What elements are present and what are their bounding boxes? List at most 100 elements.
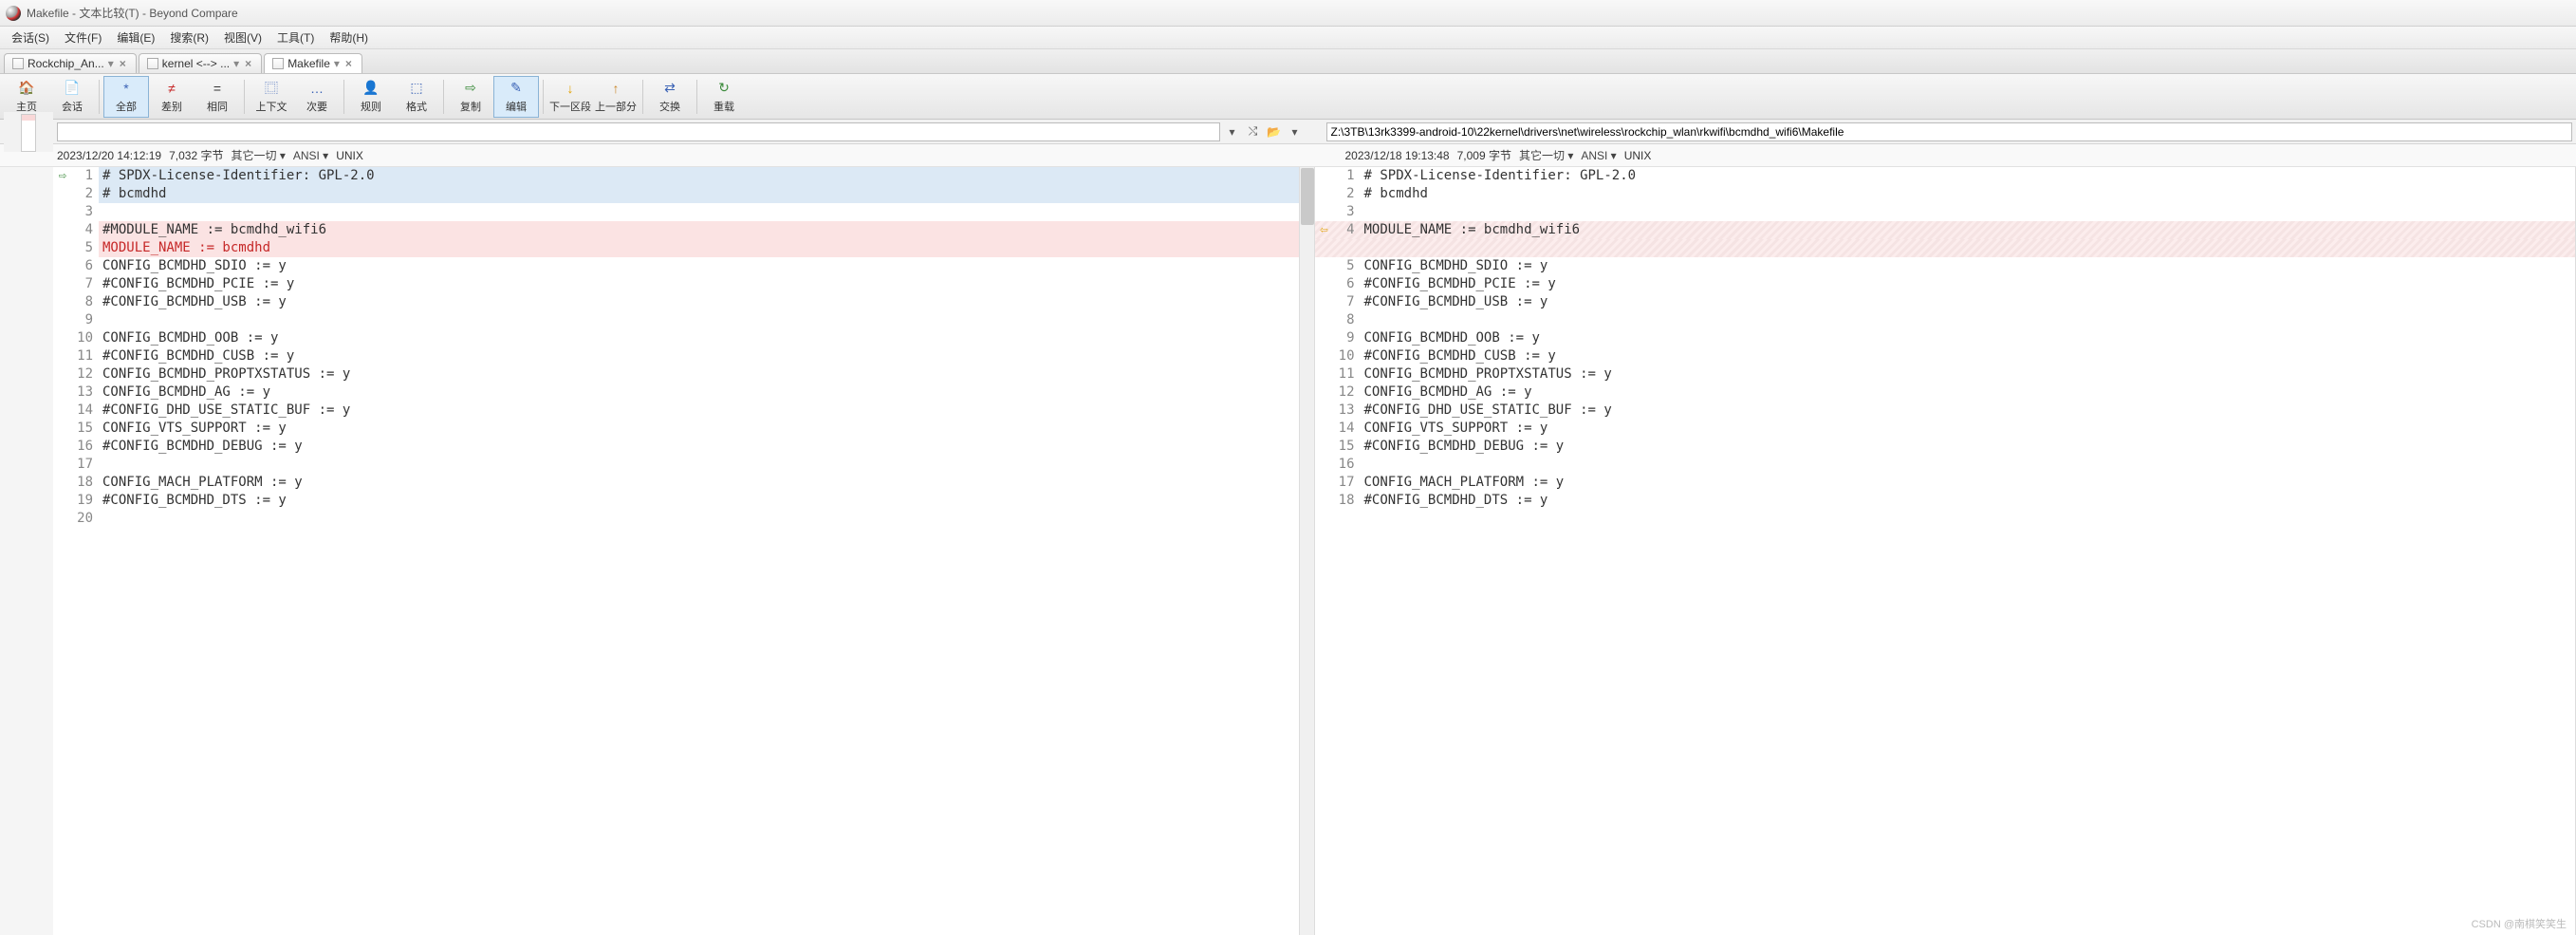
code-line[interactable] — [1315, 239, 2576, 257]
toolbar-相同-button[interactable]: =相同 — [195, 76, 240, 118]
toolbar-separator — [99, 80, 100, 114]
left-path-dropdown-icon[interactable]: ▾ — [1224, 123, 1241, 140]
code-line[interactable]: 9 — [53, 311, 1314, 329]
code-line[interactable]: 17CONFIG_MACH_PLATFORM := y — [1315, 474, 2576, 492]
code-line[interactable]: 13#CONFIG_DHD_USE_STATIC_BUF := y — [1315, 402, 2576, 420]
diff-thumbnail[interactable] — [21, 114, 36, 152]
code-line[interactable]: 2# bcmdhd — [53, 185, 1314, 203]
code-line[interactable]: 18CONFIG_MACH_PLATFORM := y — [53, 474, 1314, 492]
code-line[interactable]: 11#CONFIG_BCMDHD_CUSB := y — [53, 347, 1314, 365]
toolbar-规则-button[interactable]: 👤规则 — [348, 76, 394, 118]
tab-dropdown-icon[interactable]: ▾ — [233, 57, 239, 70]
left-open-folder-icon[interactable]: 📂 — [1266, 123, 1283, 140]
code-line[interactable]: 7#CONFIG_BCMDHD_USB := y — [1315, 293, 2576, 311]
code-text: CONFIG_VTS_SUPPORT := y — [99, 420, 1314, 438]
code-line[interactable]: 3 — [1315, 203, 2576, 221]
swap-paths-icon[interactable]: ⤭ — [1245, 123, 1262, 140]
toolbar-复制-button[interactable]: ⇨复制 — [448, 76, 493, 118]
code-line[interactable]: 13CONFIG_BCMDHD_AG := y — [53, 383, 1314, 402]
toolbar-上一部分-button[interactable]: ↑上一部分 — [593, 76, 639, 118]
code-line[interactable]: 8 — [1315, 311, 2576, 329]
tab-dropdown-icon[interactable]: ▾ — [334, 57, 340, 70]
close-icon[interactable]: × — [343, 57, 354, 70]
menu-item[interactable]: 视图(V) — [216, 28, 269, 47]
close-icon[interactable]: × — [118, 57, 128, 70]
code-line[interactable]: 14#CONFIG_DHD_USE_STATIC_BUF := y — [53, 402, 1314, 420]
session-tab[interactable]: Makefile▾× — [264, 53, 362, 73]
line-number: 3 — [1334, 203, 1361, 221]
code-line[interactable]: 19#CONFIG_BCMDHD_DTS := y — [53, 492, 1314, 510]
toolbar-交换-button[interactable]: ⇄交换 — [647, 76, 693, 118]
right-encoding-dropdown[interactable]: ANSI ▾ — [1581, 149, 1616, 162]
menu-item[interactable]: 帮助(H) — [322, 28, 376, 47]
code-line[interactable]: 14CONFIG_VTS_SUPPORT := y — [1315, 420, 2576, 438]
toolbar-重载-button[interactable]: ↻重载 — [701, 76, 747, 118]
code-line[interactable]: 6#CONFIG_BCMDHD_PCIE := y — [1315, 275, 2576, 293]
code-line[interactable]: 7#CONFIG_BCMDHD_PCIE := y — [53, 275, 1314, 293]
tab-dropdown-icon[interactable]: ▾ — [108, 57, 114, 70]
line-marker-icon — [1315, 474, 1334, 492]
toolbar-差别-button[interactable]: ≠差别 — [149, 76, 195, 118]
code-line[interactable]: 16#CONFIG_BCMDHD_DEBUG := y — [53, 438, 1314, 456]
code-line[interactable]: 10CONFIG_BCMDHD_OOB := y — [53, 329, 1314, 347]
line-marker-icon — [1315, 420, 1334, 438]
menu-item[interactable]: 工具(T) — [269, 28, 322, 47]
toolbar-格式-button[interactable]: ⬚格式 — [394, 76, 439, 118]
toolbar-编辑-button[interactable]: ✎编辑 — [493, 76, 539, 118]
code-line[interactable]: 9CONFIG_BCMDHD_OOB := y — [1315, 329, 2576, 347]
left-folder-dropdown-icon[interactable]: ▾ — [1287, 123, 1304, 140]
session-tab[interactable]: kernel <--> ...▾× — [139, 53, 262, 73]
code-line[interactable]: 15#CONFIG_BCMDHD_DEBUG := y — [1315, 438, 2576, 456]
right-code[interactable]: 1# SPDX-License-Identifier: GPL-2.02# bc… — [1315, 167, 2576, 935]
code-line[interactable]: ⇦4MODULE_NAME := bcmdhd_wifi6 — [1315, 221, 2576, 239]
code-text — [99, 510, 1314, 528]
code-text: #CONFIG_BCMDHD_DTS := y — [1361, 492, 2576, 510]
code-line[interactable]: 4#MODULE_NAME := bcmdhd_wifi6 — [53, 221, 1314, 239]
code-line[interactable]: 6CONFIG_BCMDHD_SDIO := y — [53, 257, 1314, 275]
toolbar-下一区段-button[interactable]: ↓下一区段 — [547, 76, 593, 118]
code-line[interactable]: 1# SPDX-License-Identifier: GPL-2.0 — [1315, 167, 2576, 185]
tabs-bar: Rockchip_An...▾×kernel <--> ...▾×Makefil… — [0, 49, 2576, 74]
line-number: 2 — [72, 185, 99, 203]
left-extra-dropdown[interactable]: 其它一切 ▾ — [231, 147, 285, 163]
code-line[interactable]: ⇨1# SPDX-License-Identifier: GPL-2.0 — [53, 167, 1314, 185]
left-scrollbar[interactable] — [1299, 167, 1314, 935]
code-line[interactable]: 8#CONFIG_BCMDHD_USB := y — [53, 293, 1314, 311]
code-line[interactable]: 3 — [53, 203, 1314, 221]
code-line[interactable]: 15CONFIG_VTS_SUPPORT := y — [53, 420, 1314, 438]
close-icon[interactable]: × — [243, 57, 253, 70]
session-tab[interactable]: Rockchip_An...▾× — [4, 53, 137, 73]
code-text: CONFIG_VTS_SUPPORT := y — [1361, 420, 2576, 438]
left-encoding-dropdown[interactable]: ANSI ▾ — [293, 149, 328, 162]
line-marker-icon: ⇦ — [1315, 221, 1334, 239]
menu-item[interactable]: 编辑(E) — [109, 28, 162, 47]
line-marker-icon: ⇨ — [53, 167, 72, 185]
code-line[interactable]: 18#CONFIG_BCMDHD_DTS := y — [1315, 492, 2576, 510]
menu-item[interactable]: 文件(F) — [57, 28, 109, 47]
toolbar-separator — [343, 80, 344, 114]
right-extra-dropdown[interactable]: 其它一切 ▾ — [1519, 147, 1573, 163]
left-code[interactable]: ⇨1# SPDX-License-Identifier: GPL-2.02# b… — [53, 167, 1314, 935]
code-line[interactable]: 10#CONFIG_BCMDHD_CUSB := y — [1315, 347, 2576, 365]
menu-item[interactable]: 会话(S) — [4, 28, 57, 47]
code-line[interactable]: 20 — [53, 510, 1314, 528]
right-path-input[interactable] — [1326, 122, 2573, 141]
code-line[interactable]: 11CONFIG_BCMDHD_PROPTXSTATUS := y — [1315, 365, 2576, 383]
toolbar-icon: ≠ — [163, 80, 180, 97]
code-line[interactable]: 17 — [53, 456, 1314, 474]
toolbar-会话-button[interactable]: 📄会话 — [49, 76, 95, 118]
left-path-input[interactable] — [57, 122, 1220, 141]
toolbar-label: 会话 — [62, 99, 83, 114]
code-line[interactable]: 5CONFIG_BCMDHD_SDIO := y — [1315, 257, 2576, 275]
toolbar-次要-button[interactable]: …次要 — [294, 76, 340, 118]
code-line[interactable]: 5MODULE_NAME := bcmdhd — [53, 239, 1314, 257]
code-line[interactable]: 12CONFIG_BCMDHD_PROPTXSTATUS := y — [53, 365, 1314, 383]
toolbar-全部-button[interactable]: *全部 — [103, 76, 149, 118]
toolbar-上下文-button[interactable]: ⿴上下文 — [249, 76, 294, 118]
toolbar-label: 下一区段 — [549, 99, 591, 114]
menu-item[interactable]: 搜索(R) — [162, 28, 216, 47]
code-line[interactable]: 2# bcmdhd — [1315, 185, 2576, 203]
right-pane: 1# SPDX-License-Identifier: GPL-2.02# bc… — [1315, 167, 2576, 935]
code-line[interactable]: 12CONFIG_BCMDHD_AG := y — [1315, 383, 2576, 402]
code-line[interactable]: 16 — [1315, 456, 2576, 474]
